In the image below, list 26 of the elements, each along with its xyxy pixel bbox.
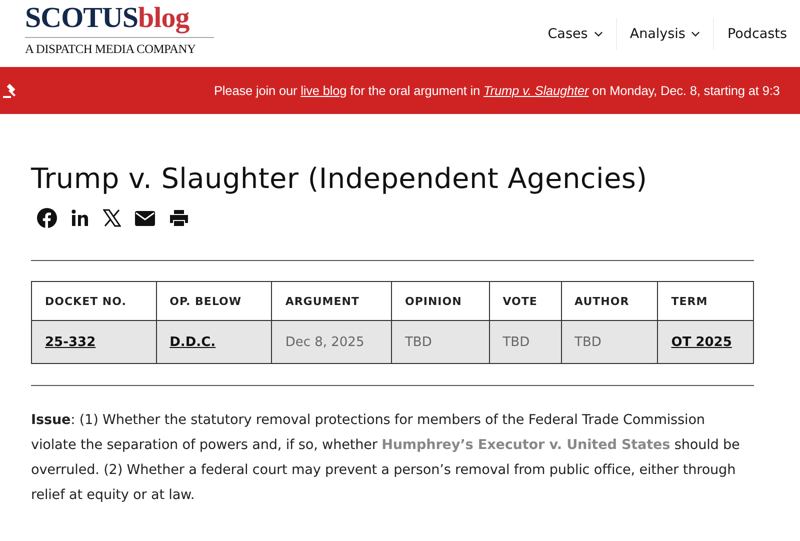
- table-cell: TBD: [502, 334, 530, 350]
- chevron-down-icon: [691, 30, 700, 36]
- case-title: Trump v. Slaughter (Independent Agencies): [31, 162, 648, 195]
- issue-paragraph: Issue: (1) Whether the statutory removal protections for members of the Federal Trade Commission violate the separation of powers and, if so, whether Humphrey’s Executor v. United States should be overruled. (2) Whether a federal court may prevent a person’s removal from public office, either through relief at equity or at law.: [31, 411, 741, 505]
- nav-link[interactable]: Analysis: [616, 18, 714, 50]
- facebook-icon[interactable]: [37, 208, 57, 228]
- case-link[interactable]: Humphrey’s Executor v. United States: [382, 437, 670, 453]
- x-logo-icon[interactable]: [103, 209, 121, 227]
- nav-link[interactable]: Cases: [534, 18, 616, 50]
- print-icon[interactable]: [169, 209, 189, 227]
- banner-link[interactable]: Trump v. Slaughter: [484, 83, 589, 98]
- table-cell: TBD: [574, 334, 602, 350]
- logo-tagline: A DISPATCH MEDIA COMPANY: [25, 42, 197, 57]
- site-logo[interactable]: SCOTUSblog: [25, 2, 214, 38]
- table-link[interactable]: OT 2025: [671, 334, 732, 350]
- banner-message: Please join our live blog for the oral argument in Trump v. Slaughter on Monday, Dec. 8, starting at 9:3: [214, 83, 780, 98]
- chevron-down-icon: [594, 30, 603, 36]
- table-cell: TBD: [404, 334, 432, 350]
- linkedin-icon[interactable]: [71, 209, 89, 227]
- nav-link[interactable]: Podcasts: [713, 18, 800, 50]
- table-cell: Dec 8, 2025: [285, 334, 364, 350]
- column-header: DOCKET NO.: [44, 294, 128, 310]
- table-link[interactable]: D.D.C.: [170, 334, 216, 350]
- table-link[interactable]: 25-332: [45, 334, 96, 350]
- banner-link[interactable]: live blog: [300, 83, 347, 98]
- email-icon[interactable]: [135, 210, 155, 226]
